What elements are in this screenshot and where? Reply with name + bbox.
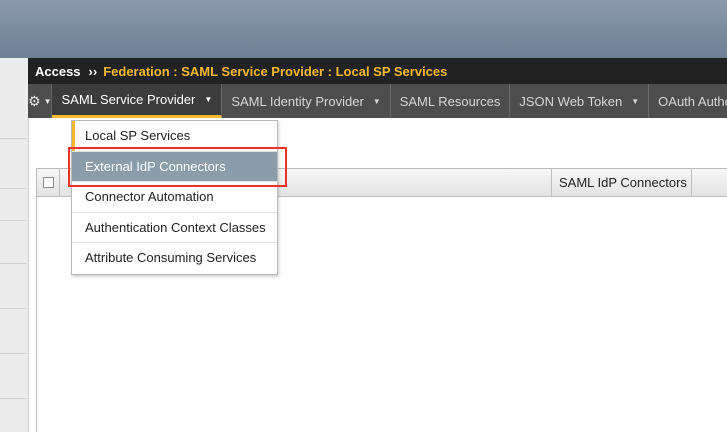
- tab-saml-identity-provider[interactable]: SAML Identity Provider ▼: [222, 84, 391, 118]
- tab-label: SAML Resources: [399, 93, 501, 109]
- left-strip-divider: [0, 398, 27, 399]
- left-strip-divider: [0, 220, 27, 221]
- column-divider: [59, 169, 60, 197]
- settings-menu-button[interactable]: ⚙ ▼: [28, 84, 53, 118]
- menu-item-connector-automation[interactable]: Connector Automation: [72, 182, 277, 213]
- breadcrumb: Access ›› Federation : SAML Service Prov…: [28, 58, 727, 84]
- tab-label: SAML Service Provider: [61, 92, 196, 107]
- tab-label: JSON Web Token: [519, 93, 623, 109]
- chevron-down-icon: ▼: [372, 96, 381, 106]
- breadcrumb-root[interactable]: Access: [35, 64, 81, 79]
- chevron-down-icon: ▼: [43, 96, 52, 106]
- tab-json-web-token[interactable]: JSON Web Token ▼: [510, 84, 650, 118]
- chevron-down-icon: ▼: [204, 95, 213, 104]
- chevron-down-icon: ▼: [631, 96, 640, 106]
- column-divider: [691, 169, 692, 197]
- tab-saml-service-provider[interactable]: SAML Service Provider ▼: [52, 84, 223, 118]
- menu-item-attribute-consuming-services[interactable]: Attribute Consuming Services: [72, 243, 277, 274]
- left-strip-divider: [0, 263, 27, 264]
- left-strip: [0, 58, 29, 432]
- menu-item-external-idp-connectors[interactable]: External IdP Connectors: [72, 151, 277, 182]
- tab-label: OAuth Authorization: [658, 93, 727, 109]
- tab-saml-resources[interactable]: SAML Resources: [391, 84, 511, 118]
- top-banner: [0, 0, 727, 58]
- gear-icon: ⚙: [28, 92, 41, 109]
- tab-oauth[interactable]: OAuth Authorization: [649, 84, 727, 118]
- menu-item-authentication-context-classes[interactable]: Authentication Context Classes: [72, 213, 277, 243]
- main-nav: ⚙ ▼ SAML Service Provider ▼ SAML Identity…: [28, 84, 727, 118]
- left-strip-divider: [0, 353, 27, 354]
- column-divider: [551, 169, 552, 197]
- breadcrumb-separator: ››: [88, 63, 98, 79]
- breadcrumb-path: Federation : SAML Service Provider : Loc…: [103, 63, 448, 79]
- left-strip-divider: [0, 188, 27, 189]
- tab-label: SAML Identity Provider: [231, 93, 364, 109]
- saml-service-provider-dropdown: Local SP Services External IdP Connector…: [71, 120, 278, 275]
- menu-item-local-sp-services[interactable]: Local SP Services: [72, 121, 277, 152]
- column-header-saml-idp-connectors[interactable]: SAML IdP Connectors: [559, 169, 687, 197]
- left-strip-divider: [0, 308, 27, 309]
- left-strip-divider: [0, 138, 27, 139]
- select-all-checkbox[interactable]: [43, 177, 54, 188]
